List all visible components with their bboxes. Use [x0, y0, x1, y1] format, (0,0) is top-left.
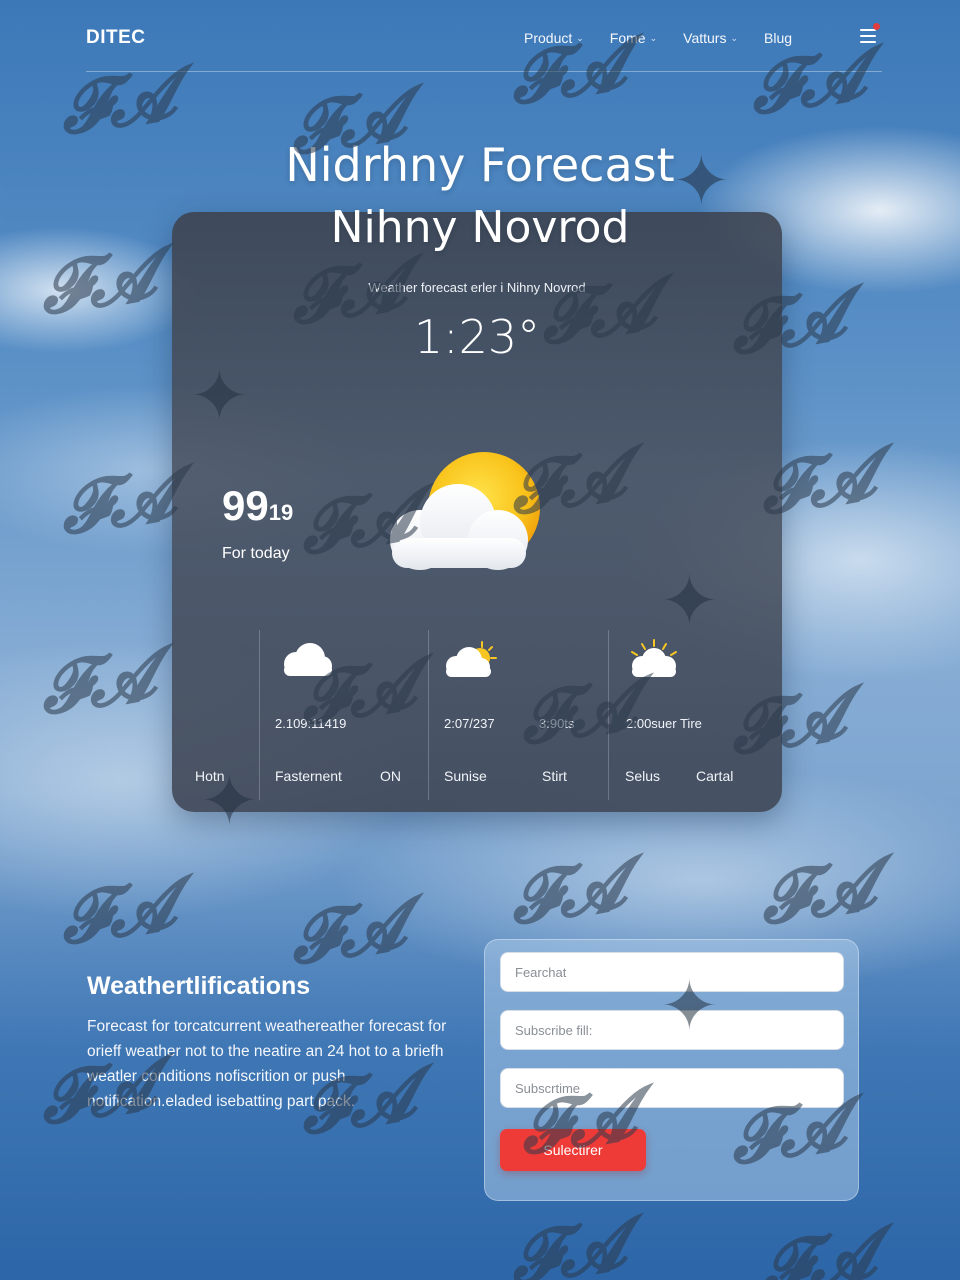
watermark-logo: 𝓕𝓐: [504, 1202, 627, 1280]
nav-item-fome[interactable]: Fome ⌄: [610, 30, 657, 46]
detail-label: Cartal: [696, 768, 734, 784]
top-nav: DITEC Product ⌄ Fome ⌄ Vatturs ⌄ Blug: [86, 0, 882, 72]
temperature-value: 9919: [222, 482, 293, 530]
chevron-down-icon: ⌄: [576, 32, 584, 43]
sun-behind-cloud-icon: [390, 452, 540, 570]
submit-button[interactable]: Sulectirer: [500, 1129, 646, 1171]
current-time: 1:23°: [413, 310, 541, 364]
brand-logo[interactable]: DITEC: [86, 27, 146, 49]
detail-value: 2:00suer Tire: [626, 716, 702, 731]
subscribe-field[interactable]: [500, 1010, 844, 1050]
watermark-logo: 𝓕𝓐: [34, 632, 157, 731]
watermark-logo: 𝓕𝓐: [284, 882, 407, 981]
subscribe-time-field[interactable]: [500, 1068, 844, 1108]
card-caption: Weather forecast erler i Nihny Novrod: [368, 280, 586, 295]
temperature-main: 99: [222, 482, 269, 529]
nav-item-label: Vatturs: [683, 30, 727, 46]
nav-menu: Product ⌄ Fome ⌄ Vatturs ⌄ Blug: [524, 30, 818, 46]
nav-item-vatturs[interactable]: Vatturs ⌄: [683, 30, 738, 46]
detail-label: Fasternent: [275, 768, 342, 784]
detail-label: Sunise: [444, 768, 487, 784]
weather-card: Weather forecast erler i Nihny Novrod 1:…: [172, 212, 782, 812]
detail-label: Selus: [625, 768, 661, 784]
watermark-logo: 𝓕𝓐: [504, 842, 627, 941]
detail-value: 3:90ts: [539, 716, 575, 731]
sun-rays-cloud-icon: [631, 639, 677, 677]
partly-sunny-icon: [446, 641, 497, 677]
column-divider: [608, 630, 609, 800]
temperature-suffix: 19: [268, 500, 294, 525]
page-title: Nidrhny Forecast: [285, 138, 675, 192]
hamburger-icon[interactable]: [860, 23, 880, 43]
notifications-title: Weathertlifications: [87, 972, 311, 1000]
chevron-down-icon: ⌄: [730, 32, 738, 43]
detail-label: Hotn: [195, 768, 225, 784]
detail-value: 2.109:11419: [275, 716, 347, 731]
nav-item-product[interactable]: Product ⌄: [524, 30, 584, 46]
cloud-icon: [284, 643, 332, 676]
temperature-label: For today: [222, 545, 290, 562]
column-divider: [259, 630, 260, 800]
watermark-logo: 𝓕𝓐: [54, 862, 177, 961]
nav-item-blug[interactable]: Blug: [764, 30, 792, 46]
notification-dot: [873, 23, 880, 30]
detail-label: ON: [380, 768, 401, 784]
detail-value: 2:07/237: [444, 716, 495, 731]
nav-item-label: Fome: [609, 30, 646, 46]
forecast-field[interactable]: [500, 952, 844, 992]
column-divider: [428, 630, 429, 800]
chevron-down-icon: ⌄: [649, 32, 658, 43]
detail-label: Stirt: [542, 768, 567, 784]
subscribe-form: Sulectirer: [484, 939, 859, 1201]
watermark-logo: 𝓕𝓐: [754, 842, 877, 941]
notifications-description: Forecast for torcatcurrent weathereather…: [87, 1018, 447, 1110]
watermark-logo: 𝓕𝓐: [754, 1212, 877, 1280]
nav-item-label: Blug: [764, 30, 793, 46]
nav-item-label: Product: [524, 30, 573, 46]
watermark-logo: 𝓕𝓐: [54, 452, 177, 551]
page-subtitle: Nihny Novrod: [330, 202, 630, 253]
